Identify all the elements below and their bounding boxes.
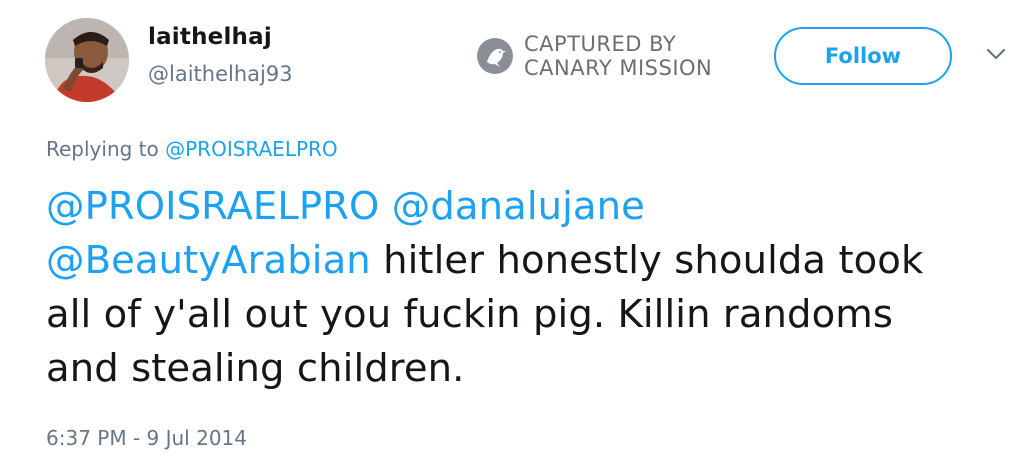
replying-to-mention-link[interactable]: @PROISRAELPRO bbox=[165, 137, 338, 161]
replying-to-label: Replying to bbox=[46, 137, 159, 161]
follow-button[interactable]: Follow bbox=[774, 27, 952, 85]
canary-bird-icon bbox=[477, 38, 513, 74]
watermark-line-2: CANARY MISSION bbox=[524, 56, 713, 80]
tweet-text: @PROISRAELPRO @danalujane @BeautyArabian… bbox=[46, 180, 1021, 396]
tweet-line-1: @PROISRAELPRO @danalujane bbox=[46, 180, 1021, 234]
tweet-body-text: hitler honestly shoulda took bbox=[370, 238, 924, 283]
display-name[interactable]: laithelhaj bbox=[148, 24, 272, 50]
canary-mission-watermark: CAPTURED BY CANARY MISSION bbox=[476, 32, 746, 82]
tweet-card: laithelhaj @laithelhaj93 CAPTURED BY CAN… bbox=[0, 0, 1027, 463]
tweet-timestamp[interactable]: 6:37 PM - 9 Jul 2014 bbox=[46, 426, 247, 450]
replying-to: Replying to @PROISRAELPRO bbox=[46, 137, 338, 161]
chevron-down-icon[interactable] bbox=[985, 46, 1007, 62]
profile-photo bbox=[45, 18, 129, 102]
tweet-line-2: @BeautyArabian hitler honestly shoulda t… bbox=[46, 234, 1021, 288]
watermark-line-1: CAPTURED BY bbox=[524, 32, 677, 56]
mention-link[interactable]: @danalujane bbox=[392, 184, 645, 229]
tweet-line-3: all of y'all out you fuckin pig. Killin … bbox=[46, 292, 893, 337]
user-handle[interactable]: @laithelhaj93 bbox=[148, 62, 293, 86]
tweet-line-4: and stealing children. bbox=[46, 346, 465, 391]
avatar[interactable] bbox=[45, 18, 129, 102]
mention-link[interactable]: @BeautyArabian bbox=[46, 238, 371, 283]
mention-link[interactable]: @PROISRAELPRO bbox=[46, 184, 379, 229]
